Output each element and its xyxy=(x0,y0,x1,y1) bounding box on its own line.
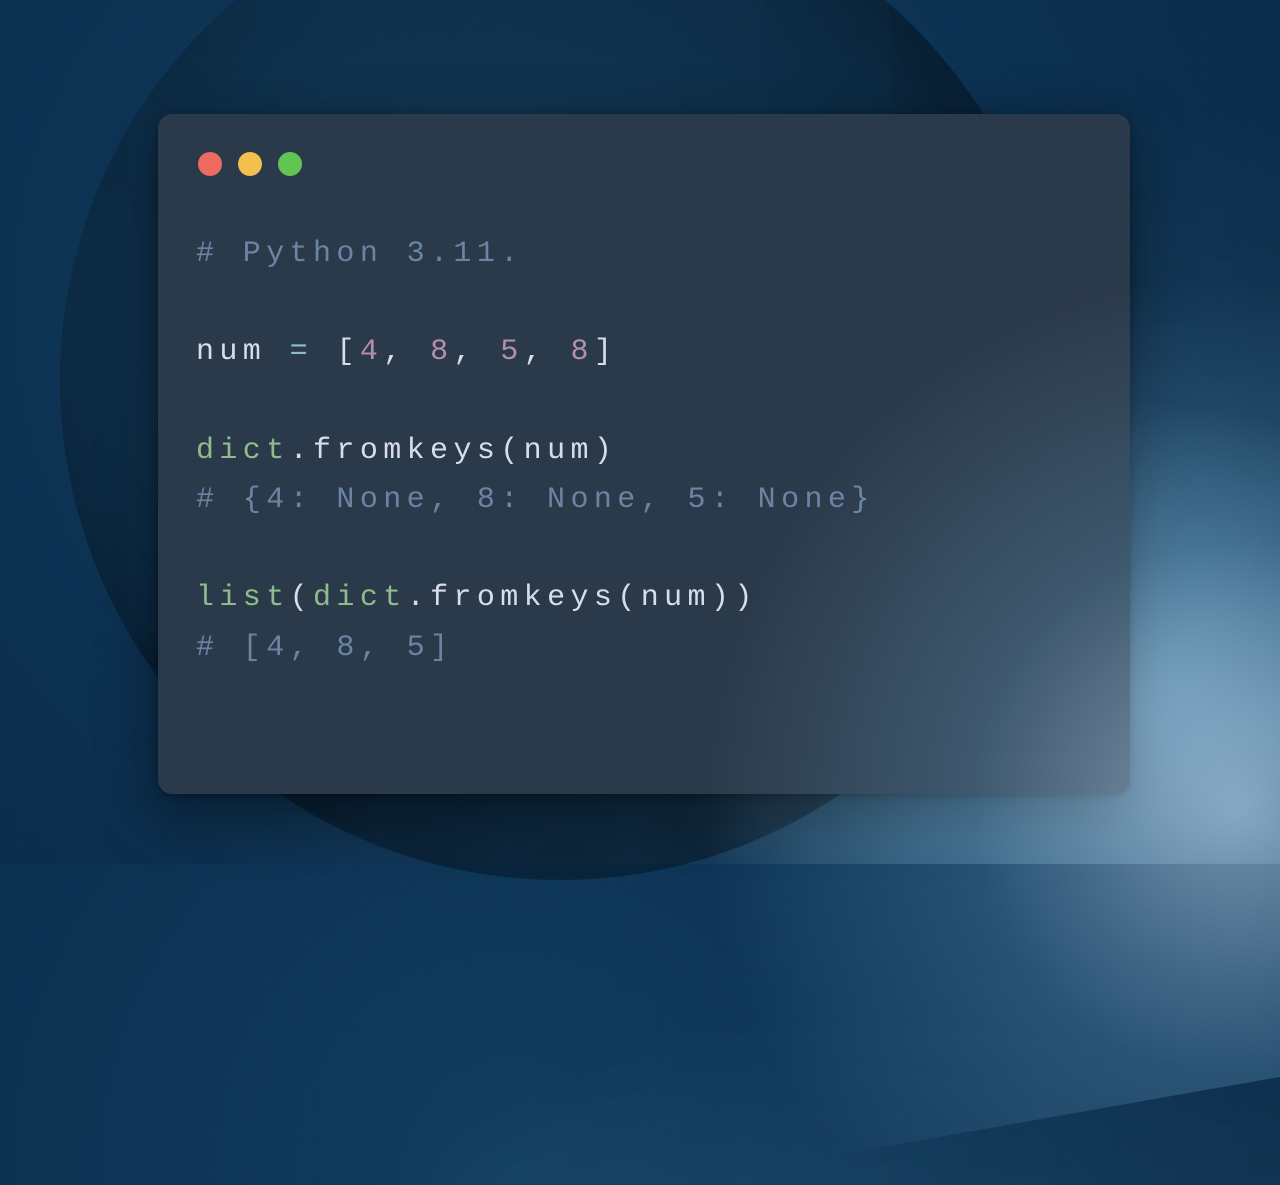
code-dot: . xyxy=(290,434,313,468)
code-builtin: dict xyxy=(196,434,290,468)
code-comment: # Python 3.11. xyxy=(196,237,524,271)
code-dot: . xyxy=(407,581,430,615)
code-comma: , xyxy=(383,335,430,369)
minimize-icon[interactable] xyxy=(238,152,262,176)
code-comma: , xyxy=(453,335,500,369)
code-builtin: list xyxy=(196,581,290,615)
code-bracket: ] xyxy=(594,335,617,369)
code-method: fromkeys xyxy=(313,434,500,468)
code-paren: ( xyxy=(617,581,640,615)
code-number: 4 xyxy=(360,335,383,369)
code-number: 8 xyxy=(571,335,594,369)
code-comment: # [4, 8, 5] xyxy=(196,631,453,665)
code-paren: ( xyxy=(500,434,523,468)
code-builtin: dict xyxy=(313,581,407,615)
code-paren: ( xyxy=(290,581,313,615)
close-icon[interactable] xyxy=(198,152,222,176)
code-block: # Python 3.11. num = [4, 8, 5, 8] dict.f… xyxy=(196,230,1092,673)
maximize-icon[interactable] xyxy=(278,152,302,176)
code-arg: num xyxy=(641,581,711,615)
code-paren: ) xyxy=(711,581,734,615)
code-number: 5 xyxy=(500,335,523,369)
code-arg: num xyxy=(524,434,594,468)
code-number: 8 xyxy=(430,335,453,369)
code-comma: , xyxy=(524,335,571,369)
window-traffic-lights xyxy=(198,152,1092,176)
code-variable: num xyxy=(196,335,266,369)
code-bracket: [ xyxy=(336,335,359,369)
code-window: # Python 3.11. num = [4, 8, 5, 8] dict.f… xyxy=(158,114,1130,794)
code-comment: # {4: None, 8: None, 5: None} xyxy=(196,483,875,517)
code-paren: ) xyxy=(594,434,617,468)
code-operator: = xyxy=(266,335,336,369)
code-method: fromkeys xyxy=(430,581,617,615)
code-paren: ) xyxy=(734,581,757,615)
